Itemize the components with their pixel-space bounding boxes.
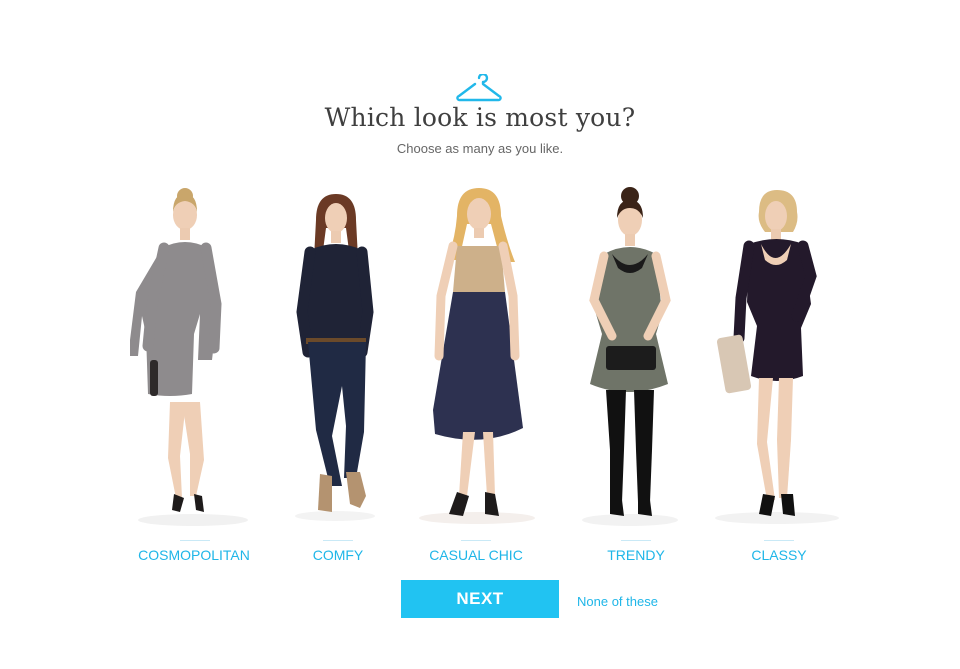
next-button[interactable]: NEXT bbox=[401, 580, 559, 618]
look-divider bbox=[461, 540, 491, 541]
look-card-cosmopolitan[interactable] bbox=[130, 182, 260, 532]
look-divider bbox=[180, 540, 210, 541]
look-photo-casual-chic bbox=[419, 188, 535, 524]
hanger-icon bbox=[456, 74, 502, 102]
page-subtitle: Choose as many as you like. bbox=[396, 141, 564, 156]
look-divider bbox=[764, 540, 794, 541]
look-photo-classy bbox=[715, 190, 839, 524]
look-card-casual-chic[interactable] bbox=[405, 182, 550, 532]
look-label-classy[interactable]: CLASSY bbox=[729, 547, 829, 563]
page-title: Which look is most you? bbox=[324, 103, 636, 132]
look-card-comfy[interactable] bbox=[280, 182, 390, 532]
look-divider bbox=[621, 540, 651, 541]
look-photo-trendy bbox=[582, 187, 678, 526]
look-photo-cosmopolitan bbox=[130, 188, 248, 526]
look-divider bbox=[323, 540, 353, 541]
look-card-trendy[interactable] bbox=[570, 182, 690, 532]
none-of-these-link[interactable]: None of these bbox=[577, 594, 658, 609]
look-card-classy[interactable] bbox=[705, 182, 845, 532]
look-label-cosmopolitan[interactable]: COSMOPOLITAN bbox=[114, 547, 274, 563]
look-label-trendy[interactable]: TRENDY bbox=[586, 547, 686, 563]
look-photo-comfy bbox=[295, 194, 375, 521]
look-label-casual-chic[interactable]: CASUAL CHIC bbox=[416, 547, 536, 563]
look-label-comfy[interactable]: COMFY bbox=[288, 547, 388, 563]
